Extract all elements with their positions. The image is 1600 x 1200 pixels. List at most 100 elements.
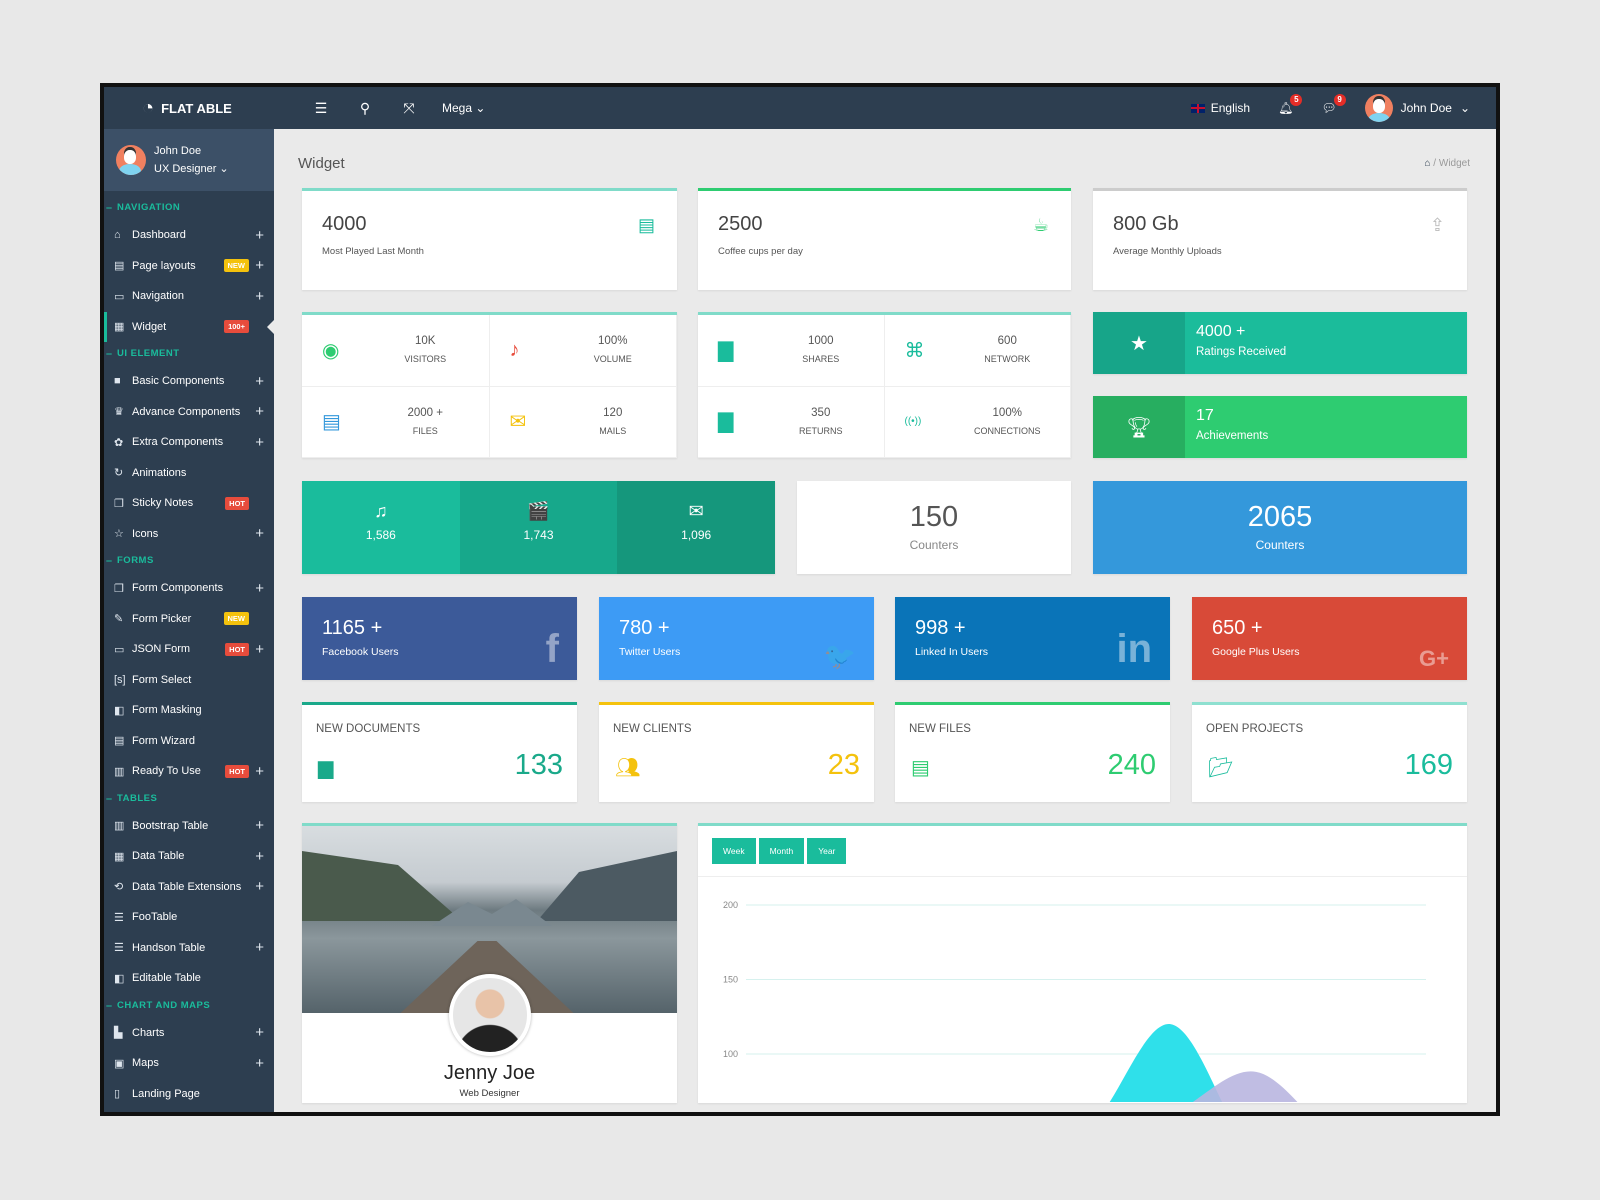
- plus-icon[interactable]: +: [255, 580, 264, 597]
- menu-item-icon: ♛: [114, 406, 124, 419]
- sidebar-item-icons[interactable]: ☆ Icons +: [104, 519, 274, 550]
- menu-item-icon: ■: [114, 375, 121, 388]
- search-icon[interactable]: ⚲: [350, 100, 380, 117]
- page-title: Widget: [298, 155, 345, 172]
- plus-icon[interactable]: +: [255, 257, 264, 274]
- menu-badge: HOT: [225, 496, 249, 510]
- sidebar-item-footable[interactable]: ☰ FooTable: [104, 902, 274, 933]
- menu-item-icon: ▭: [114, 290, 125, 303]
- sidebar-item-basic-components[interactable]: ■ Basic Components +: [104, 366, 274, 397]
- stat-cell: ▇ 1000 SHARES: [698, 315, 885, 387]
- plus-icon[interactable]: +: [255, 227, 264, 244]
- plus-icon[interactable]: +: [255, 288, 264, 305]
- sidebar-item-label: Icons: [132, 527, 159, 540]
- bar-chart-icon: ▇: [718, 411, 734, 434]
- sidebar-item-form-wizard[interactable]: ▤ Form Wizard: [104, 726, 274, 757]
- social-card: 650 + Google Plus Users G+: [1192, 597, 1467, 680]
- plus-icon[interactable]: +: [255, 641, 264, 658]
- sidebar-item-form-select[interactable]: [s] Form Select: [104, 665, 274, 696]
- brand-logo[interactable]: ◔ FLAT ABLE: [142, 97, 292, 120]
- sidebar-item-label: JSON Form: [132, 643, 191, 656]
- count-card: NEW FILES ▤ 240: [895, 702, 1170, 802]
- avatar: [1364, 94, 1393, 122]
- plus-icon[interactable]: +: [255, 1024, 264, 1041]
- counter-card: 150 Counters: [797, 481, 1071, 574]
- sidebar-item-editable-table[interactable]: ◧ Editable Table: [104, 963, 274, 994]
- sidebar-item-data-table[interactable]: ▦ Data Table +: [104, 841, 274, 872]
- menu-badge: 100+: [224, 320, 249, 334]
- fullscreen-icon[interactable]: ⤧: [394, 100, 424, 117]
- menu-item-icon: ↻: [114, 467, 124, 480]
- stat-cell: ((•)) 100% CONNECTIONS: [884, 386, 1071, 458]
- mega-menu[interactable]: Mega ⌄: [442, 101, 485, 115]
- sidebar-item-animations[interactable]: ↻ Animations: [104, 458, 274, 489]
- stats-grid-2: ▇ 1000 SHARES ⌘ 600 NETWORK ▇ 350 RETURNS ((•)) 10…: [698, 312, 1071, 458]
- sidebar-item-handson-table[interactable]: ☰ Handson Table +: [104, 933, 274, 964]
- stat-cell: ◉ 10K VISITORS: [302, 315, 490, 387]
- sidebar-item-label: Form Picker: [132, 612, 192, 625]
- sidebar-item-data-table-extensions[interactable]: ⟲ Data Table Extensions +: [104, 872, 274, 903]
- home-icon[interactable]: ⌂: [1424, 158, 1430, 169]
- eye-icon: ◉: [322, 339, 340, 362]
- sidebar-profile[interactable]: John Doe UX Designer ⌄: [104, 129, 274, 191]
- menu-item-icon: ☰: [114, 942, 124, 955]
- sidebar-item-navigation[interactable]: ▭ Navigation +: [104, 281, 274, 312]
- sidebar-item-extra-components[interactable]: ✿ Extra Components +: [104, 427, 274, 458]
- tab-month[interactable]: Month: [758, 838, 805, 864]
- sidebar-item-maps[interactable]: ▣ Maps +: [104, 1048, 274, 1079]
- music-icon: ♫: [374, 501, 388, 521]
- sidebar-item-label: Handson Table: [132, 941, 206, 954]
- plus-icon[interactable]: +: [255, 434, 264, 451]
- user-menu[interactable]: John Doe ⌄: [1364, 94, 1470, 122]
- sidebar-item-widget[interactable]: ▦ Widget 100+: [104, 311, 274, 342]
- plus-icon[interactable]: +: [255, 817, 264, 834]
- files-icon: ▤: [911, 757, 930, 779]
- sidebar-item-label: Form Masking: [132, 704, 202, 717]
- chevron-down-icon: ⌄: [475, 101, 486, 115]
- tab-year[interactable]: Year: [807, 838, 847, 864]
- menu-toggle-icon[interactable]: ☰: [306, 100, 336, 117]
- plus-icon[interactable]: +: [255, 525, 264, 542]
- sidebar-item-label: Basic Components: [132, 375, 225, 388]
- menu-item-icon: ▥: [114, 765, 125, 778]
- messages-button[interactable]: 💬︎ 9: [1321, 94, 1346, 115]
- plus-icon[interactable]: +: [255, 403, 264, 420]
- plus-icon[interactable]: +: [255, 848, 264, 865]
- menu-item-icon: [s]: [114, 673, 126, 686]
- language-selector[interactable]: English: [1190, 101, 1250, 115]
- plus-icon[interactable]: +: [255, 1055, 264, 1072]
- plus-icon[interactable]: +: [255, 878, 264, 895]
- menu-badge: HOT: [225, 764, 249, 778]
- menu-item-icon: ▤: [114, 735, 125, 748]
- sidebar-item-label: Landing Page: [132, 1087, 200, 1100]
- sidebar-item-json-form[interactable]: ▭ JSON Form HOT +: [104, 634, 274, 665]
- menu-item-icon: ❐: [114, 582, 124, 595]
- sidebar-item-advance-components[interactable]: ♛ Advance Components +: [104, 397, 274, 428]
- sidebar-item-form-picker[interactable]: ✎ Form Picker NEW: [104, 604, 274, 635]
- sidebar-item-ready-to-use[interactable]: ▥ Ready To Use HOT +: [104, 756, 274, 787]
- plus-icon[interactable]: +: [255, 373, 264, 390]
- sidebar-section-label: NAVIGATION: [104, 196, 274, 220]
- tab-week[interactable]: Week: [712, 838, 756, 864]
- notifications-button[interactable]: 🔔︎ 5: [1278, 94, 1303, 115]
- sidebar-section-label: FORMS: [104, 549, 274, 573]
- stat-card: 2500 Coffee cups per day ☕︎: [698, 188, 1071, 290]
- plus-icon[interactable]: +: [255, 939, 264, 956]
- sidebar-item-form-masking[interactable]: ◧ Form Masking: [104, 695, 274, 726]
- sidebar-item-charts[interactable]: ▙ Charts +: [104, 1018, 274, 1049]
- social-card: 1165 + Facebook Users f: [302, 597, 577, 680]
- sidebar-item-dashboard[interactable]: ⌂ Dashboard +: [104, 220, 274, 251]
- plus-icon[interactable]: +: [255, 763, 264, 780]
- sidebar-item-sticky-notes[interactable]: ❐ Sticky Notes HOT: [104, 488, 274, 519]
- sidebar-item-label: Dashboard: [132, 229, 186, 242]
- breadcrumb: ⌂ / Widget: [1424, 158, 1470, 169]
- stat-cell: ▇ 350 RETURNS: [698, 386, 885, 458]
- sidebar-item-landing-page[interactable]: ▯ Landing Page: [104, 1079, 274, 1110]
- sidebar-item-form-components[interactable]: ❐ Form Components +: [104, 573, 274, 604]
- sidebar-item-page-layouts[interactable]: ▤ Page layouts NEW +: [104, 251, 274, 282]
- top-navbar: ◔ FLAT ABLE ☰ ⚲ ⤧ Mega ⌄ English 🔔︎ 5 💬︎ 9 …: [104, 87, 1496, 129]
- sidebar-item-label: Bootstrap Table: [132, 819, 209, 832]
- sidebar-item-bootstrap-table[interactable]: ▥ Bootstrap Table +: [104, 811, 274, 842]
- sidebar-section-label: TABLES: [104, 787, 274, 811]
- sidebar-item-label: Maps: [132, 1057, 159, 1070]
